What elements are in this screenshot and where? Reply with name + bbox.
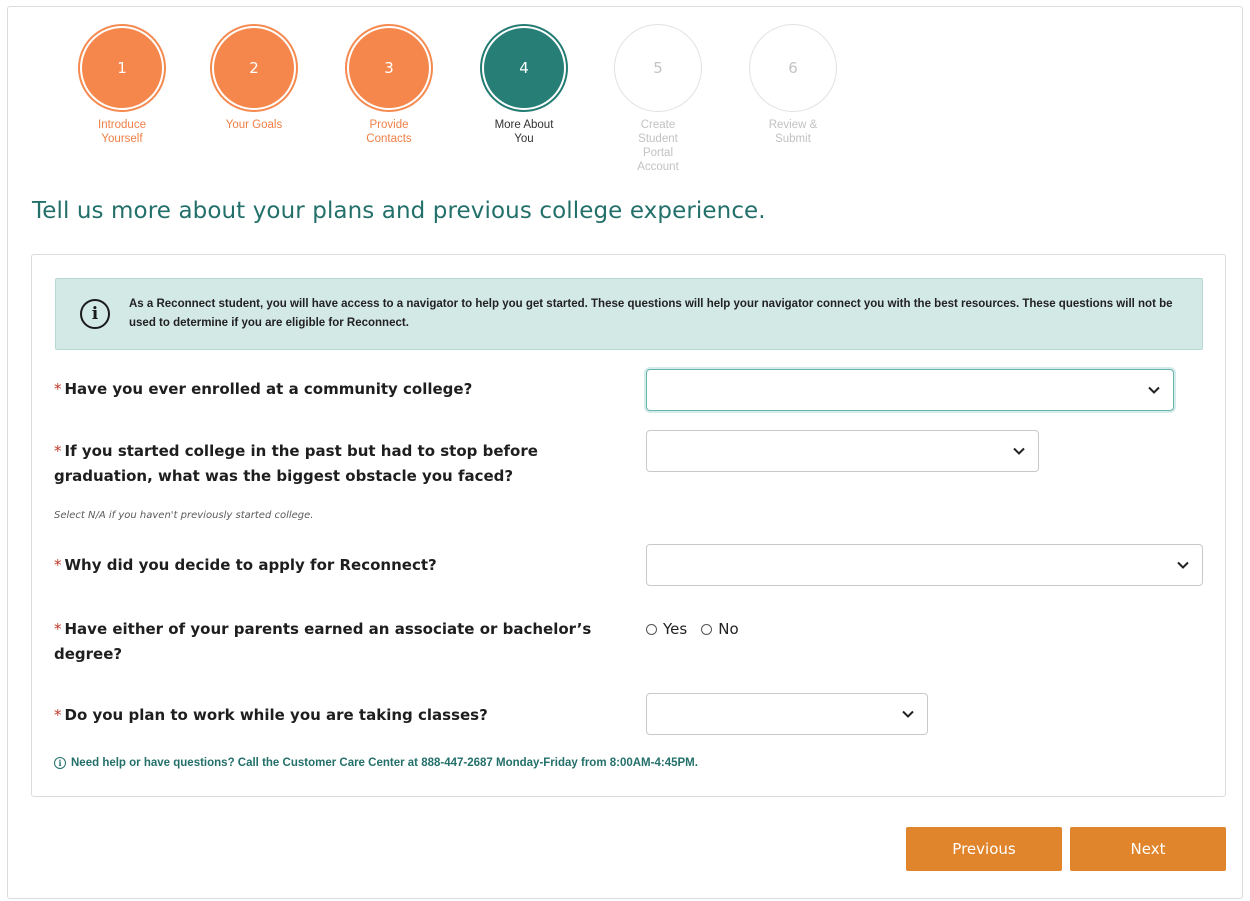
step-2-label: Your Goals	[225, 119, 283, 131]
step-2[interactable]: 2 Your Goals	[204, 24, 304, 132]
help-text-label: Need help or have questions? Call the Cu…	[71, 757, 698, 769]
step-1[interactable]: 1 Introduce Yourself	[72, 24, 172, 146]
step-3[interactable]: 3 Provide Contacts	[339, 24, 439, 146]
question-obstacle: * If you started college in the past but …	[54, 439, 574, 489]
step-4-number: 4	[484, 28, 564, 108]
next-button[interactable]: Next	[1070, 827, 1226, 871]
step-2-number: 2	[214, 28, 294, 108]
step-5-label: Create Student Portal Account	[637, 119, 679, 173]
info-notice-text: As a Reconnect student, you will have ac…	[129, 298, 1173, 329]
info-icon: i	[54, 757, 66, 769]
info-icon: i	[80, 299, 110, 329]
radio-circle-icon[interactable]	[701, 623, 713, 635]
question-label: Have you ever enrolled at a community co…	[64, 380, 473, 398]
info-notice: i As a Reconnect student, you will have …	[55, 278, 1203, 350]
required-marker: *	[54, 620, 62, 638]
question-community-college: * Have you ever enrolled at a community c…	[54, 377, 614, 402]
chevron-down-icon	[1148, 386, 1160, 394]
why-reconnect-select[interactable]	[646, 544, 1203, 586]
step-4[interactable]: 4 More About You	[474, 24, 574, 146]
work-while-classes-select[interactable]	[646, 693, 928, 735]
required-marker: *	[54, 706, 62, 724]
step-1-label: Introduce Yourself	[98, 119, 146, 145]
step-3-number: 3	[349, 28, 429, 108]
form-panel: i As a Reconnect student, you will have …	[31, 254, 1226, 797]
parents-degree-radio-group: Yes No	[646, 620, 753, 638]
step-3-label: Provide Contacts	[366, 119, 412, 145]
required-marker: *	[54, 442, 62, 460]
question-why-reconnect: * Why did you decide to apply for Reconne…	[54, 553, 614, 578]
question-parents-degree: * Have either of your parents earned an a…	[54, 617, 599, 667]
required-marker: *	[54, 380, 62, 398]
question-label: Why did you decide to apply for Reconnec…	[64, 556, 437, 574]
step-5: 5 Create Student Portal Account	[608, 24, 708, 174]
step-6: 6 Review & Submit	[743, 24, 843, 146]
step-4-label: More About You	[494, 119, 554, 145]
radio-circle-icon[interactable]	[646, 623, 657, 635]
obstacle-hint: Select N/A if you haven't previously sta…	[54, 510, 314, 521]
radio-yes[interactable]: Yes	[646, 620, 687, 638]
page-title: Tell us more about your plans and previo…	[32, 198, 766, 224]
radio-yes-label: Yes	[663, 620, 688, 638]
chevron-down-icon	[1013, 447, 1025, 455]
previous-button[interactable]: Previous	[906, 827, 1062, 871]
step-6-label: Review & Submit	[768, 119, 818, 145]
question-label: If you started college in the past but h…	[54, 442, 538, 485]
step-5-number: 5	[618, 28, 698, 108]
obstacle-select[interactable]	[646, 430, 1039, 472]
question-work-while-classes: * Do you plan to work while you are takin…	[54, 703, 614, 728]
step-1-number: 1	[82, 28, 162, 108]
chevron-down-icon	[902, 710, 914, 718]
question-label: Have either of your parents earned an as…	[54, 620, 592, 663]
required-marker: *	[54, 556, 62, 574]
question-label: Do you plan to work while you are taking…	[64, 706, 488, 724]
community-college-select[interactable]	[646, 369, 1174, 411]
help-text: i Need help or have questions? Call the C…	[54, 757, 698, 769]
step-6-number: 6	[753, 28, 833, 108]
radio-no[interactable]: No	[701, 620, 739, 638]
radio-no-label: No	[718, 620, 739, 638]
chevron-down-icon	[1177, 561, 1189, 569]
